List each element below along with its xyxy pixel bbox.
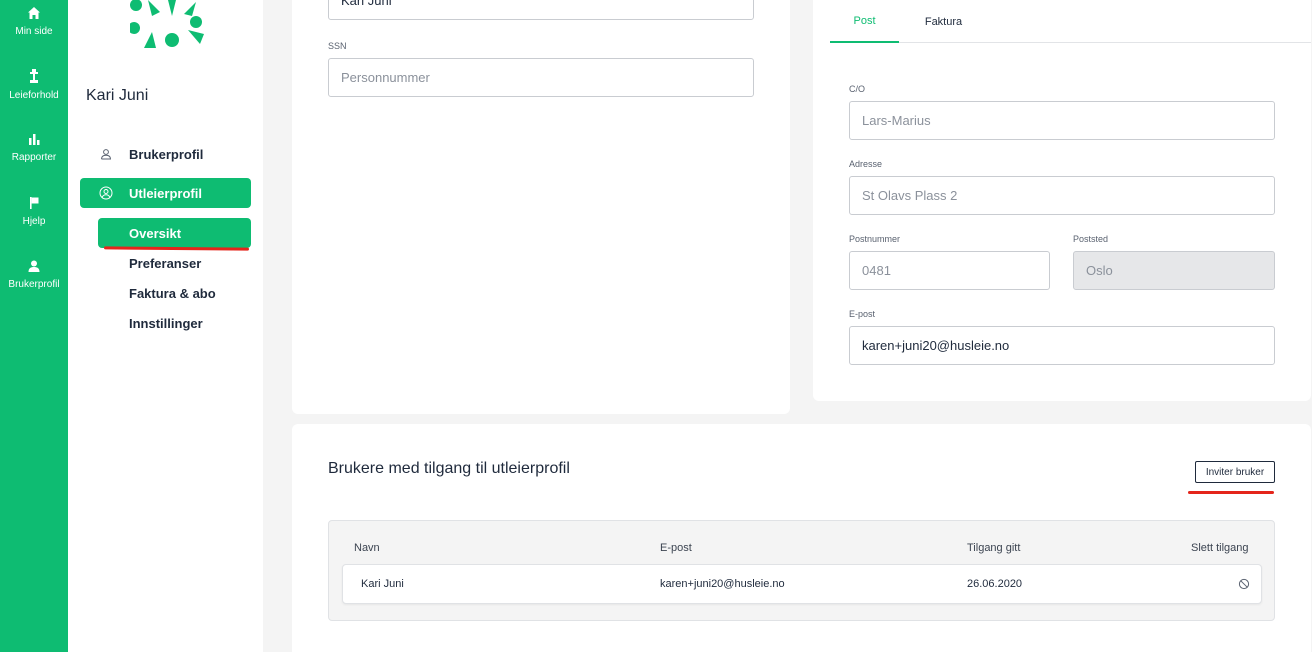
name-field-value: Kari Juni [341,0,392,8]
tab-label: Faktura [924,15,963,28]
profile-form-card: Kari Juni SSN Personnummer [292,0,790,414]
email-label: E-post [849,309,876,319]
poststed-field: Oslo [1073,251,1275,290]
column-header-slett-tilgang: Slett tilgang [1191,542,1249,554]
revoke-access-icon[interactable] [1238,578,1250,590]
sidebar-subitem-faktura-abo[interactable]: Faktura & abo [98,278,251,308]
postnr-field[interactable]: 0481 [849,251,1050,290]
nav-item-hjelp[interactable]: Hjelp [0,196,68,227]
nav-item-label: Leieforhold [9,90,59,101]
nav-item-label: Rapporter [11,152,57,163]
poststed-value: Oslo [1086,263,1113,278]
logo-icon [130,0,204,48]
nav-item-label: Min side [15,26,53,37]
address-tabs: Post Faktura [830,0,1311,43]
sidebar-subitem-label: Preferanser [129,255,202,271]
access-title: Brukere med tilgang til utleierprofil [328,460,570,477]
home-icon [28,7,40,19]
lamp-icon [30,69,38,83]
postnr-label: Postnummer [849,234,901,244]
sidebar-subitem-oversikt[interactable]: Oversikt [98,218,251,248]
sidebar-subitem-label: Faktura & abo [129,285,216,301]
co-value: Lars-Marius [862,113,931,128]
nav-item-rapporter[interactable]: Rapporter [0,132,68,163]
column-header-navn: Navn [354,542,380,554]
postnr-value: 0481 [862,263,891,278]
tab-post[interactable]: Post [830,0,899,43]
row-name: Kari Juni [361,578,404,590]
ssn-field[interactable]: Personnummer [328,58,754,97]
invite-user-button[interactable]: Inviter bruker [1195,461,1275,483]
bar-chart-icon [29,134,40,145]
sidebar-item-brukerprofil[interactable]: Brukerprofil [80,139,251,169]
name-field[interactable]: Kari Juni [328,0,754,20]
invite-user-label: Inviter bruker [1205,466,1265,478]
sidebar-item-label: Utleierprofil [129,185,202,201]
user-outline-icon [96,148,116,160]
access-table: Navn E-post Tilgang gitt Slett tilgang K… [328,520,1275,621]
sidebar-subitem-innstillinger[interactable]: Innstillinger [98,308,251,338]
access-card: Brukere med tilgang til utleierprofil In… [292,424,1311,652]
profile-sidebar: Kari Juni Brukerprofil Utleierprofil Ove… [68,0,263,652]
address-field[interactable]: St Olavs Plass 2 [849,176,1275,215]
address-label: Adresse [849,159,883,169]
user-icon [28,260,40,272]
user-name: Kari Juni [86,87,149,104]
nav-item-label: Hjelp [22,216,46,227]
nav-rail: Min side Leieforhold Rapporter Hjelp Bru… [0,0,68,652]
nav-item-min-side[interactable]: Min side [0,6,68,37]
poststed-label: Poststed [1073,234,1109,244]
flag-icon [30,197,39,209]
ssn-label: SSN [328,41,347,51]
email-field[interactable]: karen+juni20@husleie.no [849,326,1275,365]
nav-item-leieforhold[interactable]: Leieforhold [0,69,68,101]
user-circle-icon [96,186,116,200]
address-card: Post Faktura C/O Lars-Marius Adresse St … [813,0,1311,401]
co-field[interactable]: Lars-Marius [849,101,1275,140]
sidebar-subitem-label: Innstillinger [129,315,203,331]
co-label: C/O [849,84,866,94]
email-value: karen+juni20@husleie.no [862,338,1010,353]
table-row: Kari Juni karen+juni20@husleie.no 26.06.… [342,564,1262,604]
column-header-epost: E-post [660,542,692,554]
nav-item-label: Brukerprofil [8,279,60,290]
address-value: St Olavs Plass 2 [862,188,958,203]
row-date: 26.06.2020 [967,578,1023,590]
ssn-placeholder: Personnummer [341,70,430,85]
annotation-underline [1188,491,1274,494]
sidebar-subitem-label: Oversikt [129,225,182,241]
sidebar-subitem-preferanser[interactable]: Preferanser [98,248,251,278]
sidebar-item-utleierprofil[interactable]: Utleierprofil [80,178,251,208]
column-header-tilgang-gitt: Tilgang gitt [967,542,1021,554]
sidebar-item-label: Brukerprofil [129,146,204,162]
row-email: karen+juni20@husleie.no [660,578,785,590]
tab-faktura[interactable]: Faktura [899,0,988,43]
nav-item-brukerprofil[interactable]: Brukerprofil [0,259,68,290]
tab-label: Post [853,14,876,27]
